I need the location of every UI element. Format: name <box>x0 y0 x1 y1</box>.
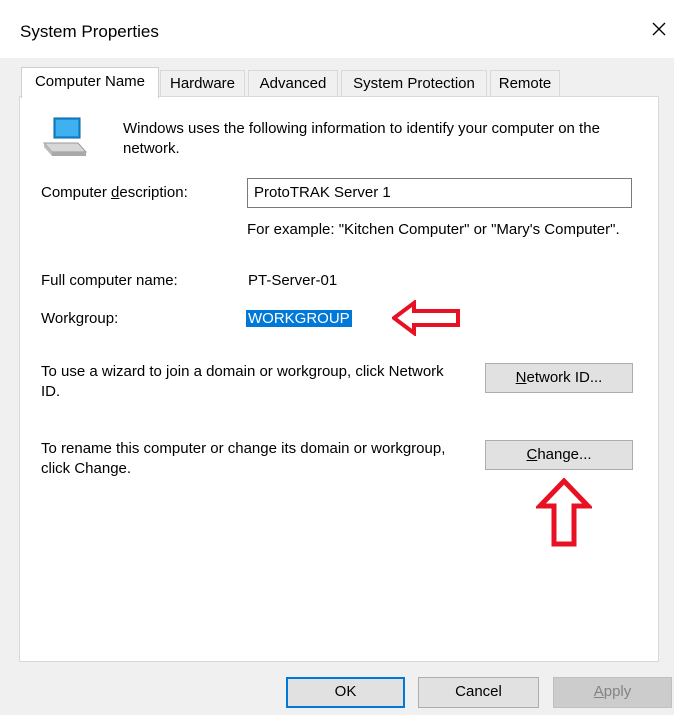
intro-text: Windows uses the following information t… <box>123 120 600 157</box>
workgroup-value: WORKGROUP <box>246 310 352 327</box>
full-computer-name-value: PT-Server-01 <box>248 272 338 289</box>
change-text: To rename this computer or change its do… <box>41 440 446 477</box>
computer-description-label: Computer description: <box>41 184 188 201</box>
cancel-button[interactable]: Cancel <box>418 677 539 708</box>
change-button[interactable]: Change... <box>485 440 633 470</box>
red-arrow-up-icon <box>536 478 592 547</box>
network-id-button[interactable]: Network ID... <box>485 363 633 393</box>
red-arrow-left-icon <box>392 300 460 336</box>
full-computer-name-label: Full computer name: <box>41 272 178 289</box>
computer-description-input[interactable]: ProtoTRAK Server 1 <box>247 178 632 208</box>
ok-button[interactable]: OK <box>286 677 405 708</box>
example-text: For example: "Kitchen Computer" or "Mary… <box>247 221 620 238</box>
network-id-text: To use a wizard to join a domain or work… <box>41 363 444 400</box>
computer-icon <box>42 117 88 156</box>
workgroup-label: Workgroup: <box>41 310 119 327</box>
apply-button[interactable]: Apply <box>553 677 672 708</box>
